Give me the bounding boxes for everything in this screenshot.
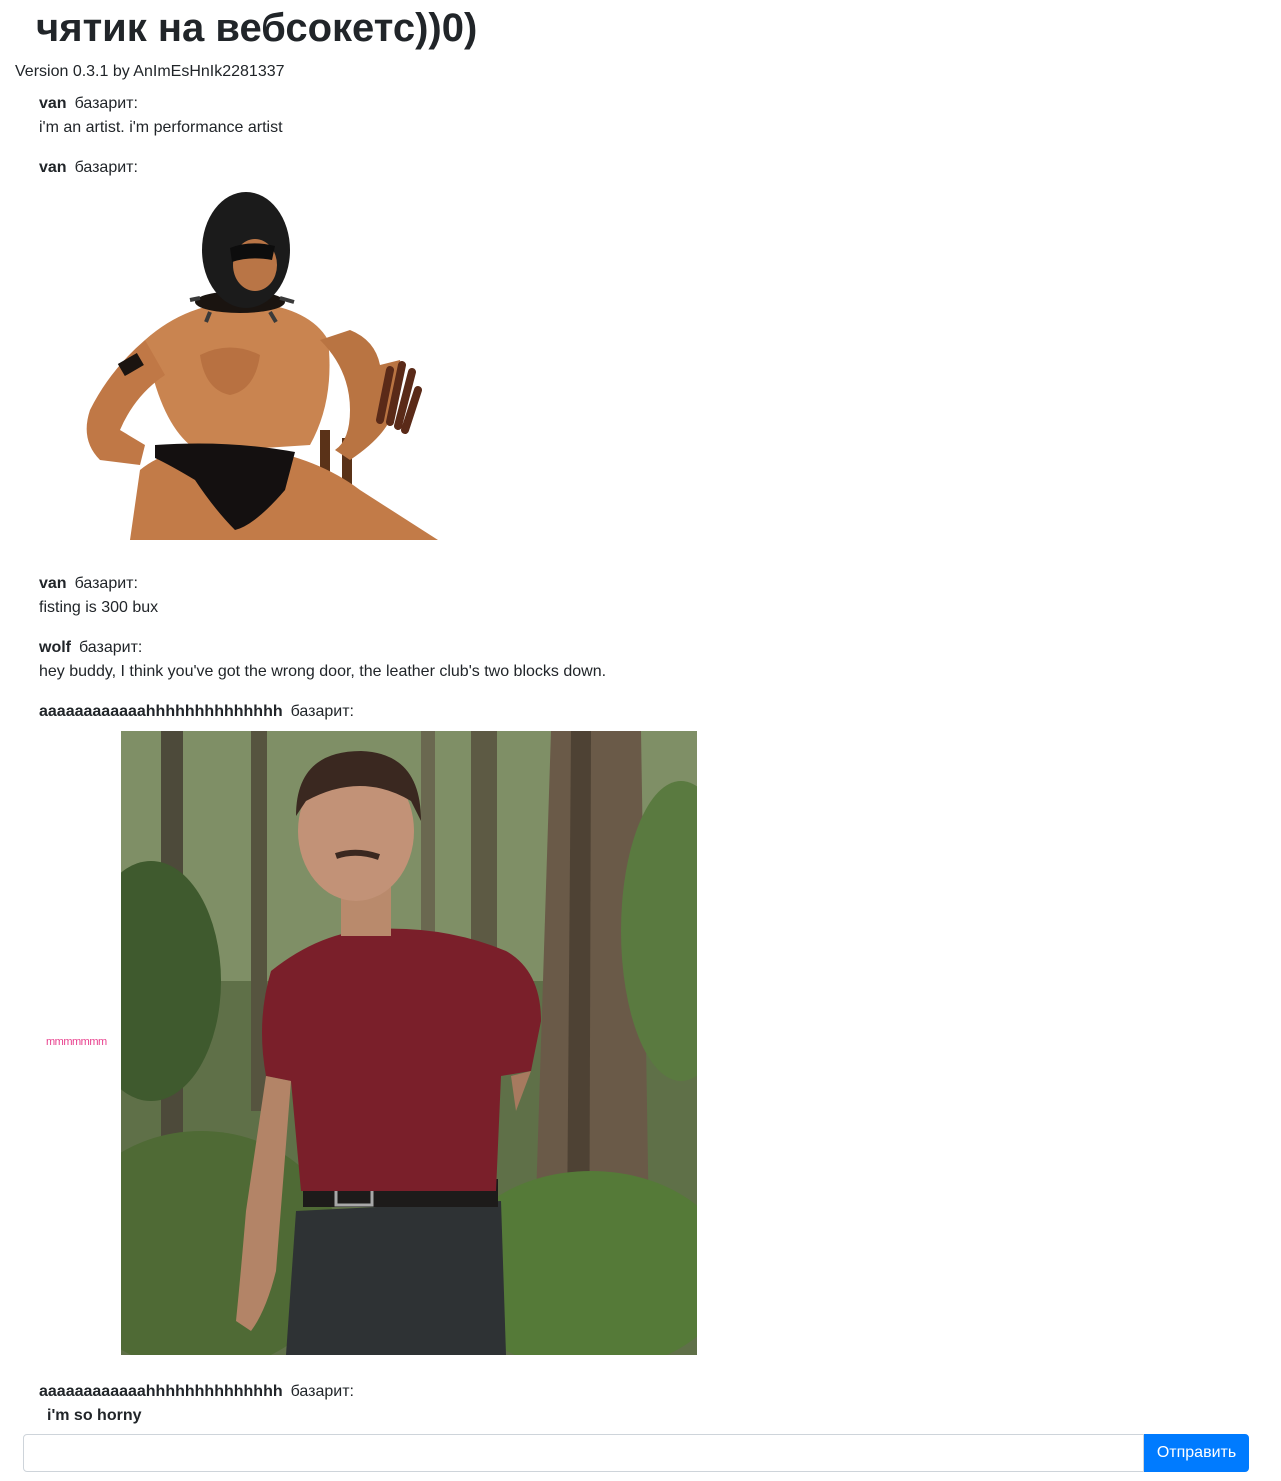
chat-message: wolf базарит: hey buddy, I think you've g… (39, 638, 606, 682)
message-author: wolf (39, 639, 71, 656)
send-button[interactable]: Отправить (1144, 1434, 1249, 1472)
message-input[interactable] (23, 1434, 1144, 1472)
message-text: fisting is 300 bux (39, 599, 159, 616)
chat-message: van базарит: fisting is 300 bux (39, 574, 158, 618)
message-verb: базарит: (74, 575, 138, 592)
message-author: van (39, 575, 67, 592)
message-verb: базарит: (74, 159, 138, 176)
message-text: i'm an artist. i'm performance artist (39, 119, 283, 136)
message-author: aaaaaaaaaaaahhhhhhhhhhhhhh (39, 703, 283, 720)
page-title: чятик на вебсокетс))0) (36, 6, 478, 50)
message-text: i'm so horny (47, 1407, 142, 1424)
message-author: van (39, 159, 67, 176)
message-verb: базарит: (290, 1383, 354, 1400)
chat-message: van базарит: (39, 158, 138, 178)
message-composer: Отправить (23, 1434, 1249, 1472)
message-verb: базарит: (290, 703, 354, 720)
chat-message: aaaaaaaaaaaahhhhhhhhhhhhhh базарит: (39, 702, 354, 722)
chat-message: van базарит: i'm an artist. i'm performan… (39, 94, 283, 138)
message-author: van (39, 95, 67, 112)
message-text: hey buddy, I think you've got the wrong … (39, 663, 607, 680)
version-label: Version 0.3.1 by AnImEsHnIk2281337 (15, 63, 285, 80)
message-author: aaaaaaaaaaaahhhhhhhhhhhhhh (39, 1383, 283, 1400)
marquee-text: mmmmmmm (46, 1036, 107, 1048)
chat-message: aaaaaaaaaaaahhhhhhhhhhhhhh базарит: i'm s… (39, 1382, 354, 1426)
message-verb: базарит: (79, 639, 143, 656)
forest-man-image (121, 731, 697, 1355)
message-verb: базарит: (74, 95, 138, 112)
leather-performer-image (86, 192, 438, 540)
